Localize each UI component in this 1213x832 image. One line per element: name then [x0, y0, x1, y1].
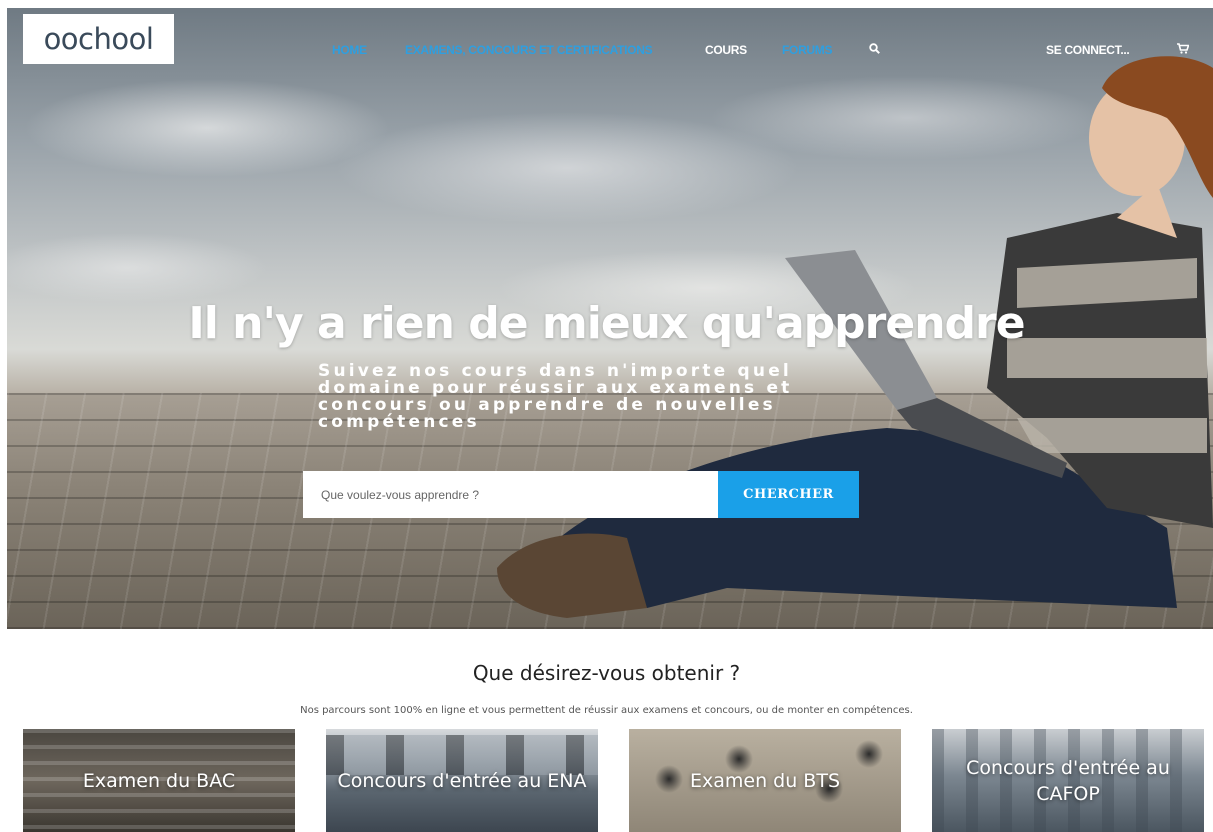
card-label: Examen du BTS: [689, 769, 840, 792]
section-title: Que désirez-vous obtenir ?: [472, 661, 741, 685]
section-subtitle: Nos parcours sont 100% en ligne et vous …: [300, 705, 913, 716]
hero-title: Il n'y a rien de mieux qu'apprendre: [188, 298, 1025, 349]
card-concours-ena[interactable]: Concours d'entrée au ENA: [326, 729, 598, 832]
card-label: Examen du BAC: [82, 769, 236, 792]
nav-forums[interactable]: FORUMS: [782, 43, 833, 57]
card-label: Concours d'entrée au CAFOP: [966, 756, 1170, 805]
card-examen-bts[interactable]: Examen du BTS: [629, 729, 901, 832]
search-input[interactable]: [303, 471, 718, 518]
login-link[interactable]: SE CONNECT...: [1046, 43, 1130, 57]
card-concours-cafop[interactable]: Concours d'entrée au CAFOP: [932, 729, 1204, 832]
nav-examens-concours-certifications[interactable]: EXAMENS, CONCOURS ET CERTIFICATIONS: [405, 43, 653, 57]
main-nav: HOME EXAMENS, CONCOURS ET CERTIFICATIONS…: [0, 43, 1213, 57]
nav-cours[interactable]: COURS: [705, 43, 747, 57]
cart-icon[interactable]: [1177, 43, 1190, 57]
hero-subtitle: Suivez nos cours dans n'importe quel dom…: [318, 361, 793, 432]
card-examen-bac[interactable]: Examen du BAC: [23, 729, 295, 832]
search-button[interactable]: CHERCHER: [718, 471, 859, 518]
nav-home[interactable]: HOME: [332, 43, 367, 57]
search-icon[interactable]: [869, 43, 880, 57]
card-label: Concours d'entrée au ENA: [337, 769, 587, 792]
